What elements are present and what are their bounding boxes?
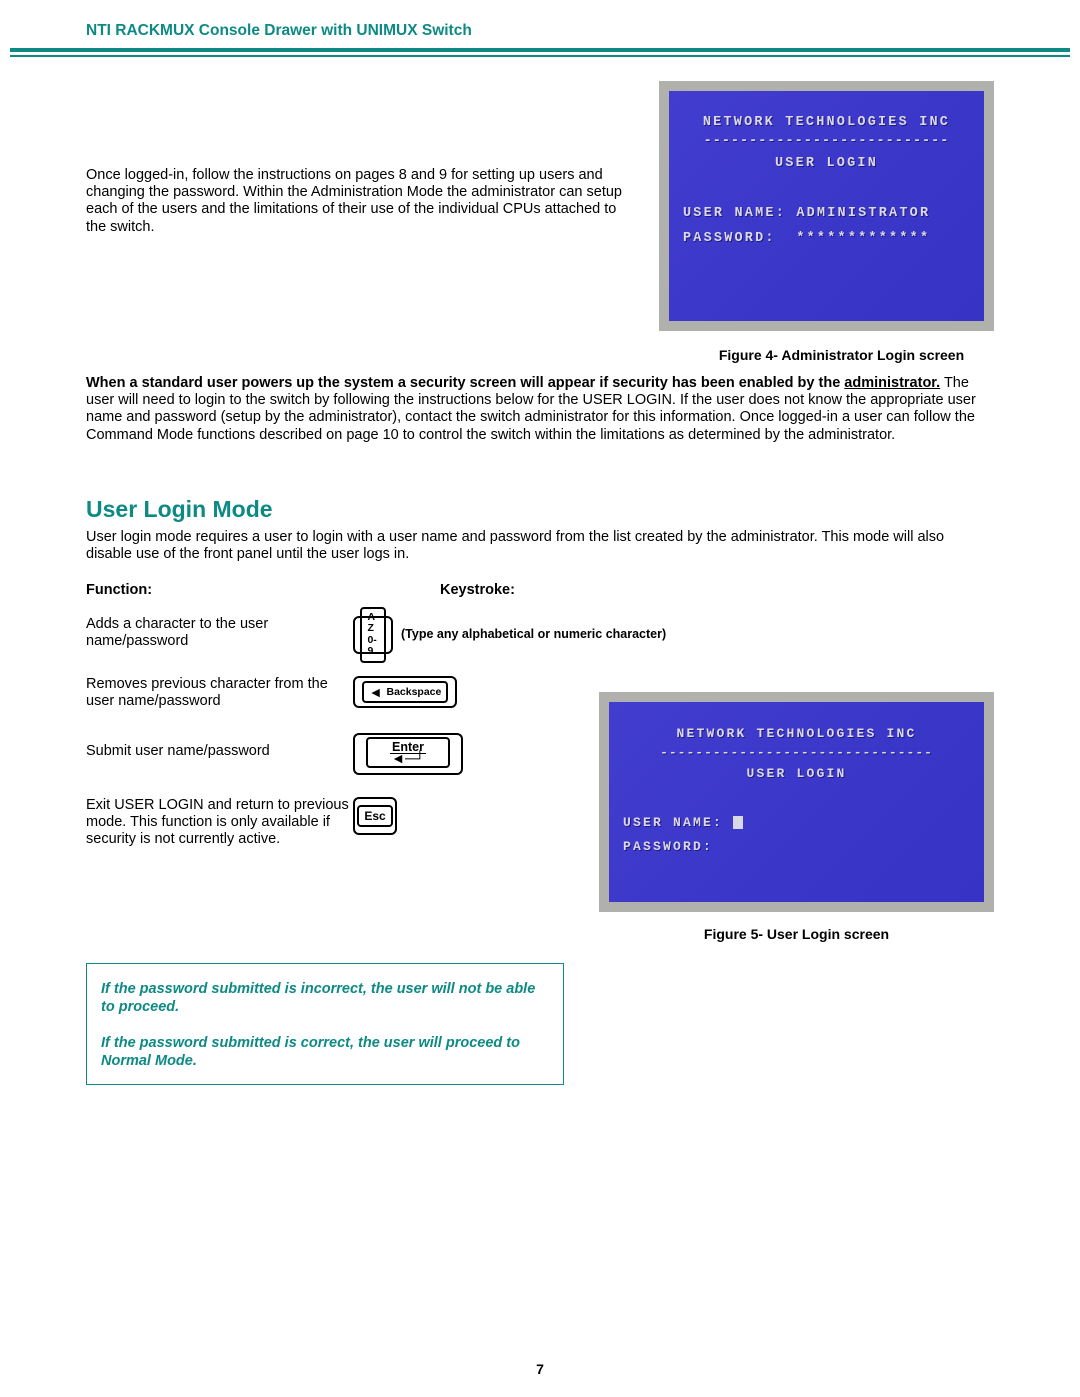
terminal-bezel: NETWORK TECHNOLOGIES INC----------------… [659, 81, 994, 331]
security-admin-underlined: administrator. [844, 375, 940, 391]
terminal2-subtitle: USER LOGIN [623, 762, 970, 786]
callout-p1: If the password submitted is incorrect, … [101, 980, 549, 1016]
terminal-user-label: USER NAME: [683, 206, 786, 221]
keycap-alphanumeric: A-Z 0-9 [353, 616, 393, 654]
section-title-user-login: User Login Mode [86, 496, 994, 523]
security-paragraph: When a standard user powers up the syste… [86, 375, 994, 445]
security-lead-bold: When a standard user powers up the syste… [86, 375, 844, 391]
terminal2-user-label: USER NAME: [623, 815, 723, 830]
fk-header-row: Function: Keystroke: [86, 582, 994, 616]
terminal-user-value: ADMINISTRATOR [796, 206, 930, 221]
keycap-enter: Enter ◄─┘ [353, 733, 463, 775]
document-page: NTI RACKMUX Console Drawer with UNIMUX S… [0, 0, 1080, 1397]
arrow-left-icon: ◄ [369, 685, 383, 699]
fk-func-4: Exit USER LOGIN and return to previous m… [86, 797, 353, 849]
terminal-screen-user: NETWORK TECHNOLOGIES INC ----------------… [609, 702, 984, 902]
fk-key-1: A-Z 0-9 (Type any alphabetical or numeri… [353, 616, 994, 654]
section-paragraph: User login mode requires a user to login… [86, 529, 994, 564]
figure-5: NETWORK TECHNOLOGIES INC ----------------… [599, 692, 994, 942]
callout-box: If the password submitted is incorrect, … [86, 963, 564, 1086]
backspace-label: Backspace [386, 687, 441, 698]
terminal-bezel-2: NETWORK TECHNOLOGIES INC ----------------… [599, 692, 994, 912]
terminal2-company: NETWORK TECHNOLOGIES INC [623, 722, 970, 746]
keystroke-header: Keystroke: [353, 582, 994, 598]
callout-p2: If the password submitted is correct, th… [101, 1034, 549, 1070]
function-header: Function: [86, 582, 353, 598]
figure-4-caption: Figure 4- Administrator Login screen [689, 347, 994, 363]
fk-func-2: Removes previous character from the user… [86, 676, 353, 711]
fk-func-3: Submit user name/password [86, 733, 353, 775]
page-number: 7 [0, 1361, 1080, 1377]
cursor-icon [733, 816, 743, 829]
terminal2-pass-label: PASSWORD: [623, 839, 713, 854]
fk-row-1: Adds a character to the user name/passwo… [86, 616, 994, 676]
az-top: A-Z [367, 611, 378, 635]
figure-5-caption: Figure 5- User Login screen [599, 926, 994, 942]
terminal-pass-value: ************* [796, 231, 930, 246]
terminal-screen-admin: NETWORK TECHNOLOGIES INC----------------… [669, 91, 984, 321]
header-rule-thick [10, 48, 1070, 52]
esc-label: Esc [357, 805, 392, 827]
terminal-subtitle: USER LOGIN [683, 152, 970, 177]
figure-4: NETWORK TECHNOLOGIES INC----------------… [659, 81, 994, 363]
az-bottom: 0-9 [367, 634, 376, 658]
keycap-esc: Esc [353, 797, 397, 835]
terminal-company: NETWORK TECHNOLOGIES INC [683, 111, 970, 136]
fk-func-1: Adds a character to the user name/passwo… [86, 616, 353, 654]
page-header-title: NTI RACKMUX Console Drawer with UNIMUX S… [0, 0, 1080, 48]
terminal2-divider: ------------------------------- [623, 748, 970, 758]
terminal-divider: --------------------------- [683, 137, 970, 148]
key-note-1: (Type any alphabetical or numeric charac… [401, 627, 666, 642]
keycap-backspace: ◄ Backspace [353, 676, 457, 708]
terminal-pass-label: PASSWORD: [683, 231, 776, 246]
enter-arrow-icon: ◄─┘ [391, 751, 425, 765]
